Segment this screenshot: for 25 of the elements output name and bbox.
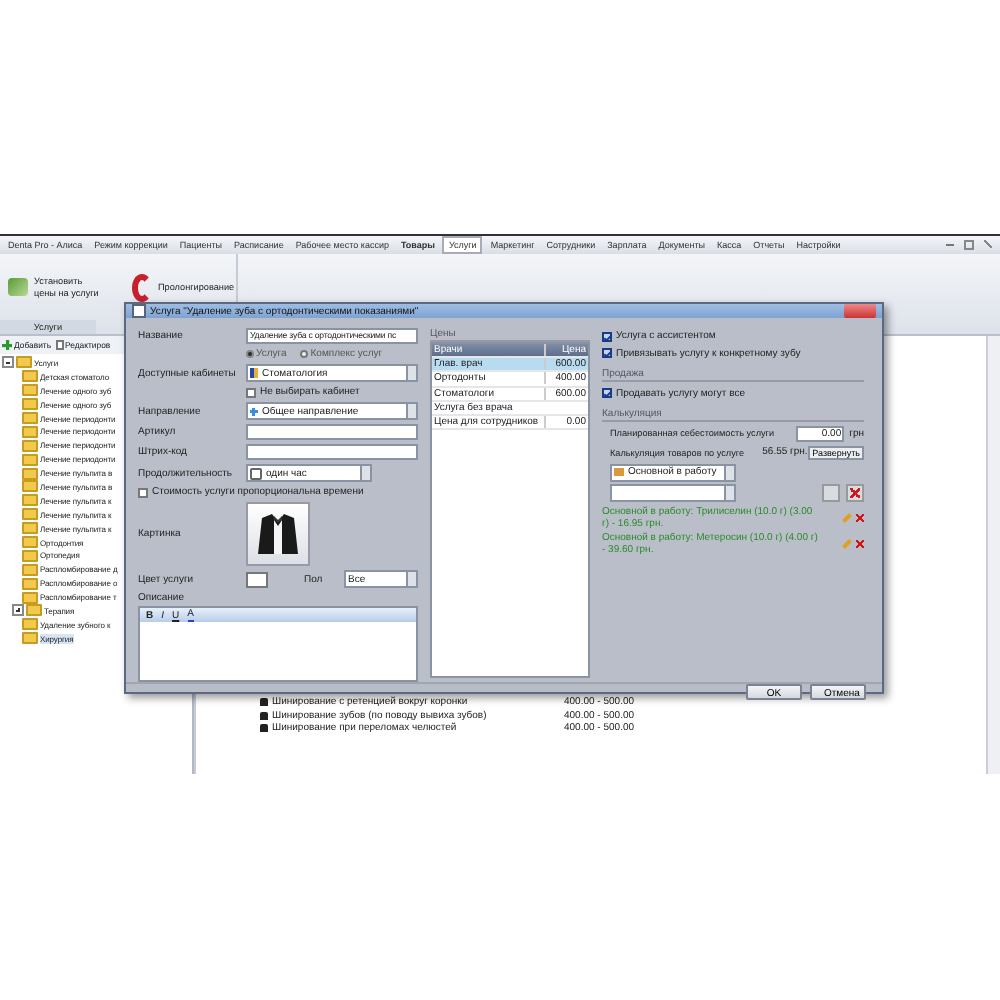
- delete-icon[interactable]: [856, 540, 864, 548]
- add-button[interactable]: [822, 484, 840, 502]
- checkbox[interactable]: [602, 348, 612, 358]
- delete-button[interactable]: [846, 484, 864, 502]
- book-icon: [250, 368, 258, 378]
- dropdown[interactable]: [610, 484, 736, 502]
- collapse-icon[interactable]: [2, 356, 14, 369]
- checkbox[interactable]: [602, 331, 612, 341]
- checkbox[interactable]: [138, 487, 148, 497]
- cross-icon: [250, 407, 258, 415]
- close-button[interactable]: [844, 304, 876, 318]
- plus-icon: [2, 340, 12, 350]
- color-picker[interactable]: [246, 571, 268, 587]
- jacket-icon: [256, 510, 300, 558]
- clock-icon: [250, 467, 262, 479]
- box-icon: [614, 468, 624, 476]
- maximize-icon[interactable]: [964, 240, 974, 250]
- delete-icon[interactable]: [856, 513, 864, 521]
- checkbox[interactable]: [246, 387, 256, 397]
- expand-icon[interactable]: [12, 604, 24, 617]
- input-field[interactable]: [246, 424, 418, 440]
- document-icon: [55, 340, 64, 350]
- image-picker[interactable]: [246, 502, 310, 566]
- checkbox[interactable]: [602, 388, 612, 398]
- input-field[interactable]: [246, 444, 418, 460]
